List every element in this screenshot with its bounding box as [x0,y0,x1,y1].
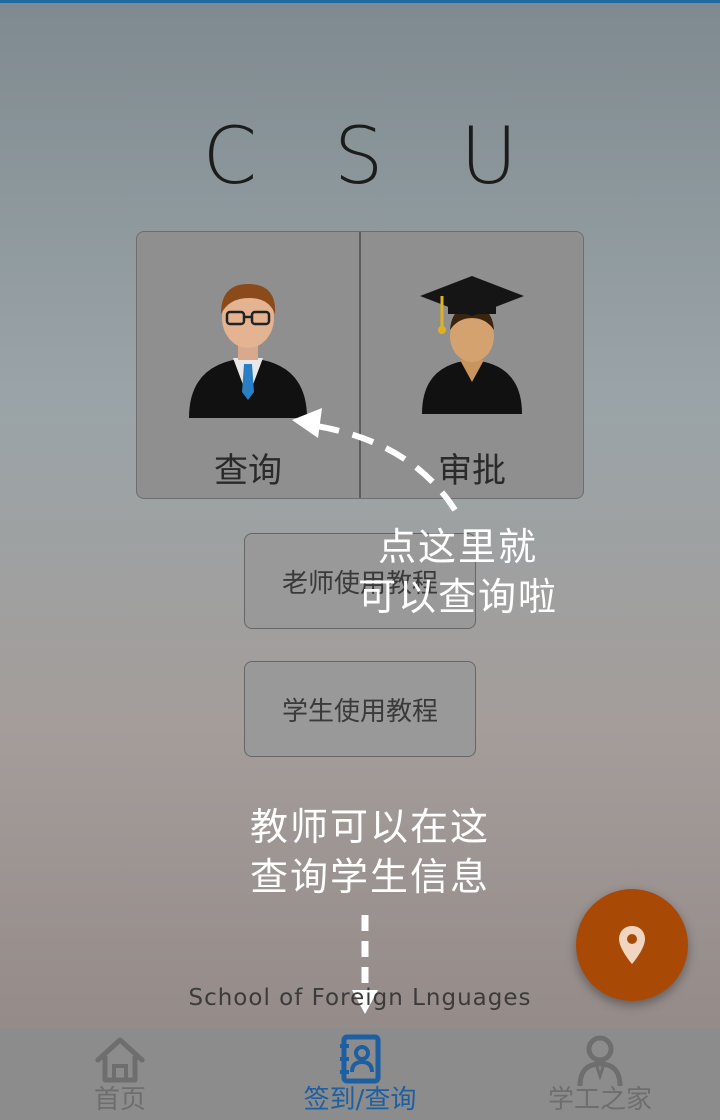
query-hint-line1: 点这里就 [377,525,538,569]
nav-label-home: 首页 [93,1085,146,1115]
nav-hint-line2: 查询学生信息 [249,855,490,899]
query-hint-annotation: 点这里就 可以查询啦 [358,522,558,622]
nav-item-student-affairs[interactable]: 学工之家 [480,1028,720,1120]
contacts-book-icon [340,1034,381,1084]
nav-label-student-affairs: 学工之家 [547,1085,652,1115]
nav-label-checkin-query: 签到/查询 [303,1085,417,1115]
nav-hint-annotation: 教师可以在这 查询学生信息 [230,802,510,902]
location-pin-icon [619,926,645,964]
nav-item-checkin-query[interactable]: 签到/查询 [240,1028,480,1120]
query-hint-line2: 可以查询啦 [358,575,559,619]
bottom-nav: 首页 签到/查询 学工之家 [0,1028,720,1120]
nav-item-home[interactable]: 首页 [0,1028,240,1120]
home-icon [95,1037,145,1083]
nav-hint-line1: 教师可以在这 [249,805,490,849]
location-fab-button[interactable] [576,889,688,1001]
